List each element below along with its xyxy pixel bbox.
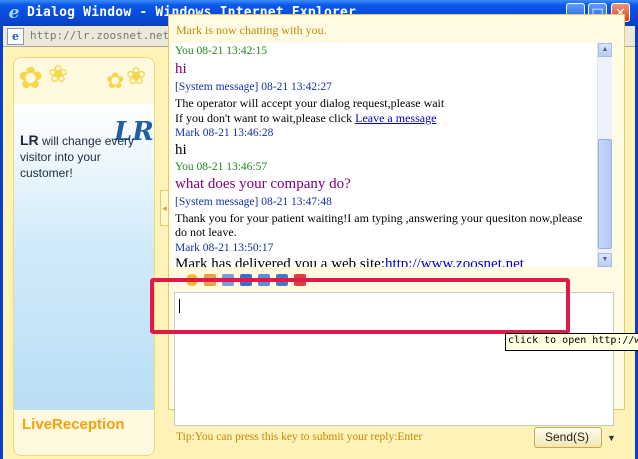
submit-tip: Tip:You can press this key to submit you… bbox=[176, 431, 423, 443]
slogan-lead: LR bbox=[20, 132, 39, 148]
flower-icon: ✿ bbox=[106, 68, 125, 93]
scroll-down-icon[interactable]: ▼ bbox=[598, 253, 612, 267]
flower-icon: ❀ bbox=[48, 61, 69, 88]
website-link[interactable]: http://www.zoosnet.net bbox=[385, 256, 524, 267]
send-button[interactable]: Send(S) bbox=[534, 427, 602, 448]
page-icon: e bbox=[7, 28, 24, 45]
promo-slogan: LR will change every visitor into your c… bbox=[20, 132, 138, 181]
message-header: You 08-21 13:46:57 bbox=[175, 161, 268, 173]
system-message-text: The operator will accept your dialog req… bbox=[175, 96, 445, 110]
system-message-text: Thank you for your patient waiting!I am … bbox=[175, 211, 583, 225]
message-body: Mark has delivered you a web site:http:/… bbox=[175, 256, 524, 267]
chat-transcript: You 08-21 13:42:15 hi [System message] 0… bbox=[171, 43, 597, 267]
message-header: Mark 08-21 13:46:28 bbox=[175, 127, 274, 139]
message-body: hi bbox=[175, 61, 187, 77]
message-header: [System message] 08-21 13:42:27 bbox=[175, 81, 332, 93]
chat-scrollbar[interactable]: ▲ ▼ bbox=[597, 43, 612, 267]
send-options-chevron-down-icon[interactable]: ▼ bbox=[607, 430, 619, 446]
promo-panel: ✿ ❀ ✿ ❀ LR LR will change every visitor … bbox=[13, 57, 155, 456]
delivery-text: Mark has delivered you a web site: bbox=[175, 256, 385, 267]
message-header: Mark 08-21 13:50:17 bbox=[175, 242, 274, 254]
chat-status-notice: Mark is now chatting with you. bbox=[176, 23, 327, 37]
link-tooltip: click to open http://www.zoosnet.net bbox=[505, 333, 638, 351]
message-body: hi bbox=[175, 142, 187, 158]
message-header: [System message] 08-21 13:47:48 bbox=[175, 196, 332, 208]
system-message-text: do not leave. bbox=[175, 225, 237, 239]
message-header: You 08-21 13:42:15 bbox=[175, 45, 268, 57]
flower-icon: ✿ bbox=[18, 62, 44, 95]
scroll-up-icon[interactable]: ▲ bbox=[598, 43, 612, 57]
promo-banner[interactable]: LR LR will change every visitor into you… bbox=[14, 104, 154, 410]
brand-name: LiveReception bbox=[22, 416, 125, 433]
system-message-text: If you don't want to wait,please click L… bbox=[175, 111, 436, 126]
leave-message-link[interactable]: Leave a message bbox=[355, 111, 436, 125]
system-message-prefix: If you don't want to wait,please click bbox=[175, 111, 356, 125]
flower-icon: ❀ bbox=[126, 63, 147, 90]
message-body: what does your company do? bbox=[175, 176, 351, 192]
scroll-thumb[interactable] bbox=[598, 139, 612, 249]
ie-logo-icon: e bbox=[8, 3, 20, 23]
highlight-box bbox=[150, 278, 570, 334]
